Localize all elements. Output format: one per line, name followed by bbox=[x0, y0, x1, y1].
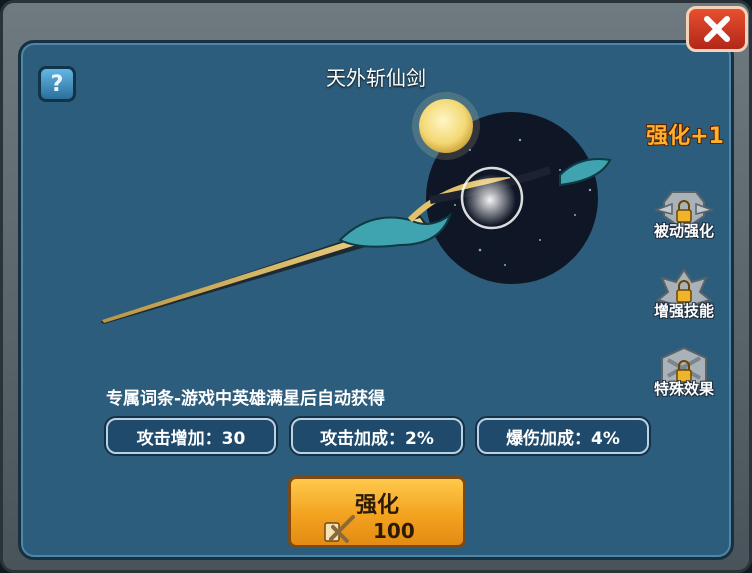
enhance-button[interactable]: 强化 100 bbox=[288, 476, 466, 548]
exclusive-attribute-note: 专属词条-游戏中英雄满星后自动获得 bbox=[106, 389, 386, 409]
stat-attack-bonus: 攻击加成：2% bbox=[291, 418, 463, 454]
slot-passive-enhance[interactable]: 被动强化 bbox=[644, 188, 724, 254]
enhance-level: 强化+1 bbox=[646, 124, 724, 149]
stat-crit-damage-bonus: 爆伤加成：4% bbox=[477, 418, 649, 454]
slot-special-effect-label: 特殊效果 bbox=[653, 380, 714, 398]
glow-orb bbox=[464, 174, 516, 226]
slot-enhanced-skill-label: 增强技能 bbox=[653, 302, 714, 320]
enhance-button-label: 强化 bbox=[354, 493, 399, 518]
slot-enhanced-skill[interactable]: 增强技能 bbox=[644, 268, 724, 334]
slot-passive-enhance-label: 被动强化 bbox=[653, 222, 714, 240]
stat-attack-increase: 攻击增加：30 bbox=[106, 418, 276, 454]
enhance-cost: 100 bbox=[373, 519, 415, 543]
enhance-stone-icon bbox=[324, 515, 355, 543]
moon-glow bbox=[412, 92, 480, 160]
slot-special-effect[interactable]: 特殊效果 bbox=[644, 346, 724, 412]
